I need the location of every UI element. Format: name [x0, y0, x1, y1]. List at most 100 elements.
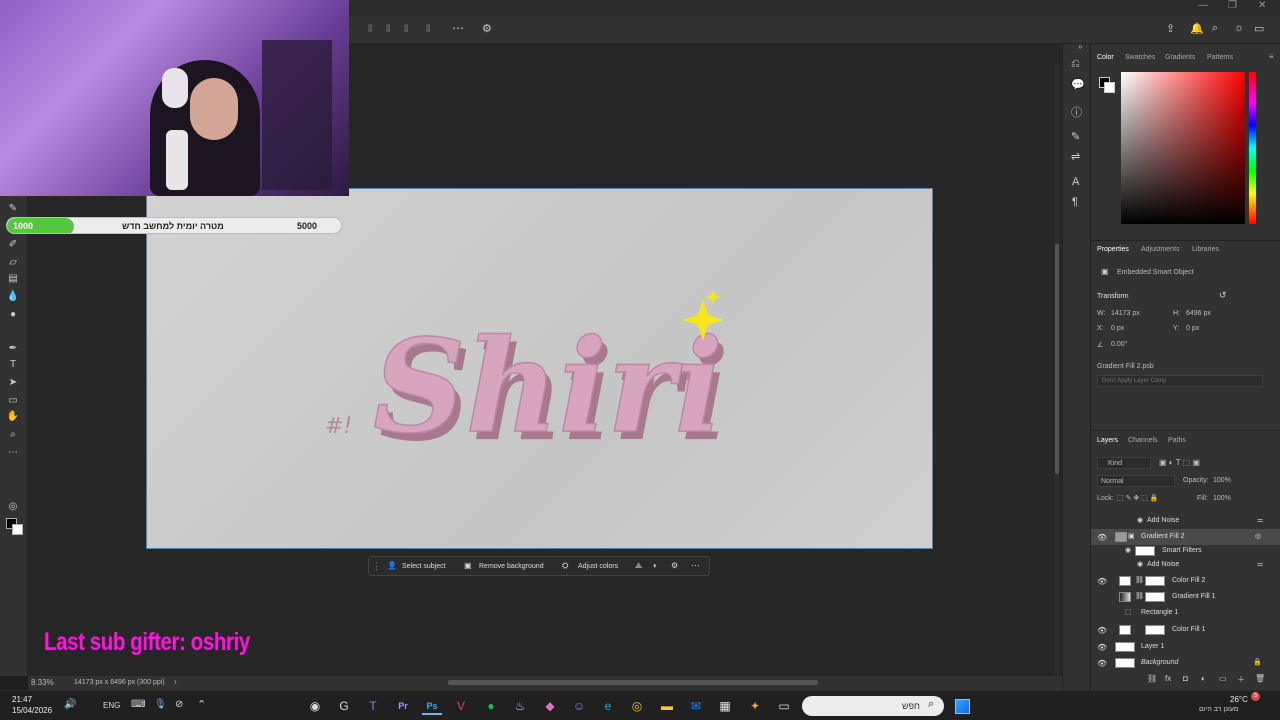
- filter-options-icon[interactable]: ⚌: [1257, 516, 1263, 524]
- hue-slider[interactable]: [1249, 72, 1256, 224]
- workspace-icon[interactable]: ▭: [1254, 22, 1264, 35]
- color-field[interactable]: [1121, 72, 1245, 224]
- taskbar-search[interactable]: חפש ⌕: [802, 696, 944, 716]
- gradient-tool-icon[interactable]: ▤: [5, 272, 21, 286]
- align-center-icon[interactable]: ⫴: [386, 24, 390, 35]
- dodge-tool-icon[interactable]: ●: [5, 308, 21, 322]
- tab-patterns[interactable]: Patterns: [1207, 54, 1233, 61]
- visibility-eye-icon[interactable]: 👁: [1097, 577, 1107, 586]
- angle-value[interactable]: 0.00°: [1111, 341, 1127, 348]
- layer-row-layer-1[interactable]: 👁 Layer 1: [1091, 639, 1280, 655]
- more-options-icon[interactable]: ⋯: [452, 21, 464, 35]
- filter-options-icon[interactable]: ⚌: [1257, 560, 1263, 568]
- transform-icon[interactable]: ⟁: [635, 561, 642, 571]
- chrome-app-icon[interactable]: ◎: [627, 697, 647, 715]
- character-panel-icon[interactable]: A: [1072, 176, 1079, 188]
- clock-date[interactable]: 15/04/2026: [12, 706, 52, 715]
- tab-layers[interactable]: Layers: [1097, 437, 1118, 444]
- hand-tool-icon[interactable]: ✋: [5, 410, 21, 424]
- tab-swatches[interactable]: Swatches: [1125, 54, 1155, 61]
- notification-badge[interactable]: 5: [1251, 692, 1260, 701]
- visibility-eye-icon[interactable]: 👁: [1097, 533, 1107, 542]
- layer-row-gradient-fill-1[interactable]: ⛓ Gradient Fill 1: [1091, 589, 1280, 605]
- obs-app-icon[interactable]: ◉: [305, 697, 325, 715]
- tab-gradients[interactable]: Gradients: [1165, 54, 1195, 61]
- minimize-icon[interactable]: —: [1198, 0, 1208, 11]
- drag-handle-icon[interactable]: ⋮: [372, 561, 381, 572]
- opacity-value[interactable]: 100%: [1213, 477, 1231, 484]
- distribute-icon[interactable]: ⫴: [426, 24, 430, 35]
- mic-icon[interactable]: 🎙: [154, 699, 167, 710]
- rectangle-tool-icon[interactable]: ▭: [5, 394, 21, 408]
- quick-mask-icon[interactable]: ◎: [5, 500, 21, 514]
- spotify-app-icon[interactable]: ●: [481, 697, 501, 715]
- height-value[interactable]: 6496 px: [1186, 310, 1211, 317]
- collapse-panels-icon[interactable]: »: [1078, 42, 1082, 51]
- weather-temp[interactable]: 26°C: [1230, 695, 1248, 704]
- history-brush-icon[interactable]: ✐: [5, 238, 21, 252]
- layer-row-color-fill-2[interactable]: 👁 ⛓ Color Fill 2: [1091, 573, 1280, 589]
- x-value[interactable]: 0 px: [1111, 325, 1124, 332]
- status-arrow-icon[interactable]: ›: [174, 677, 177, 686]
- type-tool-icon[interactable]: T: [5, 358, 21, 372]
- new-group-icon[interactable]: ▭: [1219, 674, 1227, 683]
- outlook-app-icon[interactable]: ✉: [686, 697, 706, 715]
- delete-layer-icon[interactable]: 🗑: [1255, 674, 1265, 683]
- lightbulb-icon[interactable]: ☼: [1234, 22, 1244, 34]
- filter-eye-icon[interactable]: ◉: [1137, 516, 1143, 524]
- add-mask-icon[interactable]: ◘: [1183, 674, 1188, 683]
- layer-row-add-noise[interactable]: ◉ Add Noise ⚌: [1091, 557, 1280, 573]
- brush-panel-icon[interactable]: ✎: [1071, 130, 1080, 143]
- adjustment-layer-icon[interactable]: ⚙: [671, 561, 678, 570]
- edge-app-icon[interactable]: e: [598, 697, 618, 715]
- layer-row-background[interactable]: 👁 Background 🔒: [1091, 655, 1280, 671]
- brush-tool-icon[interactable]: ✎: [5, 202, 21, 216]
- zoom-level[interactable]: 8.33%: [31, 678, 54, 687]
- steam-app-icon[interactable]: ♨: [510, 697, 530, 715]
- keyboard-icon[interactable]: ⌨: [131, 699, 145, 710]
- more-icon[interactable]: ⋯: [691, 560, 700, 571]
- eraser-icon[interactable]: ▱: [5, 256, 21, 270]
- path-select-icon[interactable]: ➤: [5, 376, 21, 390]
- remove-background-button[interactable]: Remove background: [479, 563, 544, 570]
- layer-row-rectangle-1[interactable]: ⬚ Rectangle 1: [1091, 605, 1280, 621]
- reset-transform-icon[interactable]: ↺: [1219, 290, 1227, 301]
- search-icon[interactable]: ⌕: [1212, 22, 1218, 35]
- close-icon[interactable]: ✕: [1258, 0, 1266, 11]
- layer-effect-icon[interactable]: ◎: [1255, 532, 1261, 540]
- taskview-icon[interactable]: ▭: [774, 697, 794, 715]
- browser-app-icon[interactable]: G: [334, 697, 354, 715]
- explorer-app-icon[interactable]: ▬: [657, 697, 677, 715]
- store-app-icon[interactable]: ▦: [715, 697, 735, 715]
- zoom-tool-icon[interactable]: ⌕: [5, 428, 21, 442]
- fill-value[interactable]: 100%: [1213, 495, 1231, 502]
- vectornator-app-icon[interactable]: V: [451, 697, 471, 715]
- comments-panel-icon[interactable]: 💬: [1071, 78, 1085, 91]
- horizontal-scrollbar[interactable]: [448, 680, 818, 685]
- copilot-app-icon[interactable]: ✦: [745, 697, 765, 715]
- blur-tool-icon[interactable]: 💧: [5, 290, 21, 304]
- document-canvas[interactable]: Shiri Shiri #!: [146, 188, 933, 549]
- settings-gear-icon[interactable]: ⚙: [482, 22, 492, 35]
- layer-row-add-noise-top[interactable]: ◉ Add Noise ⚌: [1091, 513, 1280, 529]
- tab-color[interactable]: Color: [1097, 54, 1114, 61]
- select-subject-button[interactable]: Select subject: [402, 563, 446, 570]
- camera-off-icon[interactable]: ⊘: [175, 699, 183, 710]
- adjust-colors-button[interactable]: Adjust colors: [578, 563, 618, 570]
- history-panel-icon[interactable]: ⎌: [1071, 58, 1080, 71]
- restore-icon[interactable]: ❐: [1228, 0, 1237, 11]
- photoshop-app-icon[interactable]: Ps: [422, 697, 442, 715]
- kind-filter[interactable]: Kind: [1097, 457, 1151, 469]
- visibility-eye-icon[interactable]: 👁: [1097, 659, 1107, 668]
- blend-mode-select[interactable]: Normal: [1097, 475, 1175, 487]
- premiere-app-icon[interactable]: Pr: [393, 697, 413, 715]
- app-icon-pink[interactable]: ◆: [540, 697, 560, 715]
- link-layers-icon[interactable]: ⛓: [1147, 674, 1157, 683]
- discord-app-icon[interactable]: ☺: [569, 697, 589, 715]
- start-button-icon[interactable]: [955, 699, 970, 714]
- more-tools-icon[interactable]: ⋯: [5, 446, 21, 460]
- y-value[interactable]: 0 px: [1186, 325, 1199, 332]
- tab-libraries[interactable]: Libraries: [1192, 246, 1219, 253]
- tab-properties[interactable]: Properties: [1097, 246, 1129, 253]
- tab-adjustments[interactable]: Adjustments: [1141, 246, 1180, 253]
